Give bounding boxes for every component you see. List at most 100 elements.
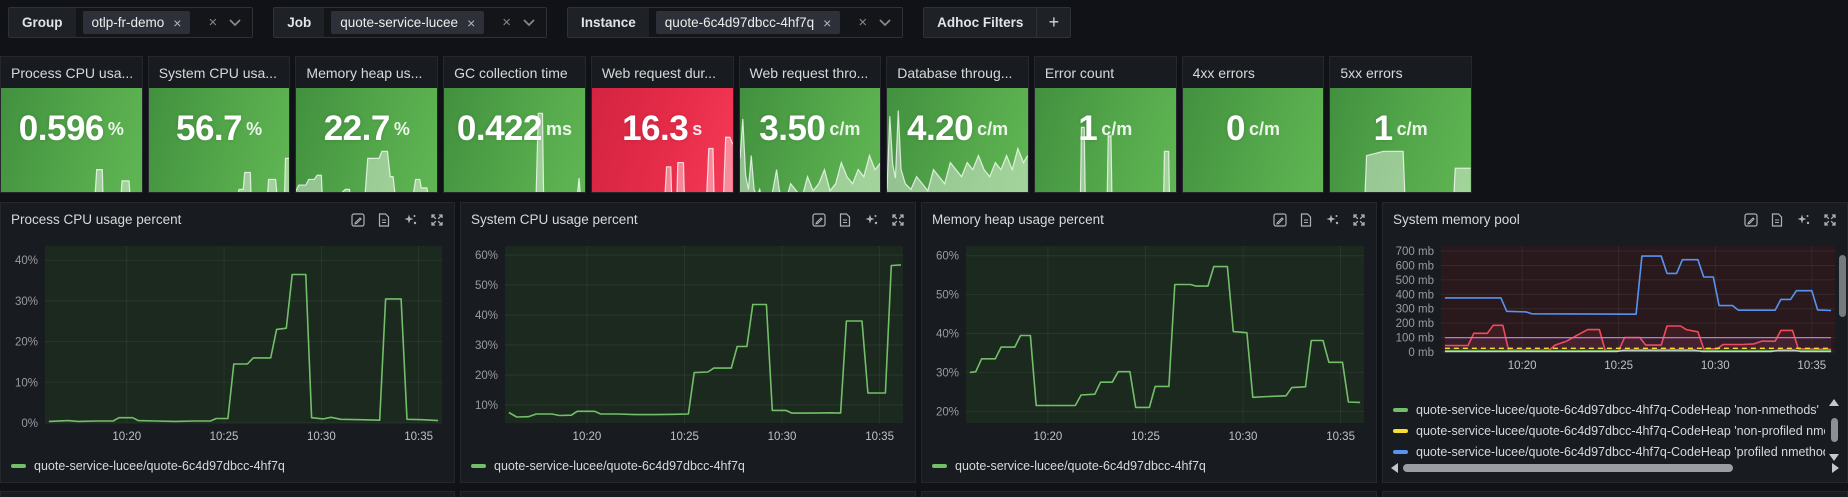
document-icon[interactable] xyxy=(1771,213,1783,227)
selected-value-chip[interactable]: quote-6c4d97dbcc-4hf7q × xyxy=(656,11,841,34)
stat-panel[interactable]: System CPU usa... 56.7 % xyxy=(148,56,291,193)
legend[interactable]: quote-service-lucee/quote-6c4d97dbcc-4hf… xyxy=(471,459,745,473)
svg-text:10%: 10% xyxy=(15,377,38,389)
stat-panel-title: Error count xyxy=(1035,57,1176,88)
scrollbar-thumb[interactable] xyxy=(1831,418,1838,442)
stat-value: 1 xyxy=(1374,109,1393,149)
stat-unit: s xyxy=(692,119,702,140)
variable-value[interactable]: quote-6c4d97dbcc-4hf7q × × xyxy=(649,8,902,37)
document-icon[interactable] xyxy=(378,213,390,227)
svg-text:10:35: 10:35 xyxy=(404,431,433,443)
stat-panel[interactable]: GC collection time 0.422 ms xyxy=(443,56,586,193)
chevron-down-icon[interactable] xyxy=(879,19,891,27)
timeseries-chart[interactable]: 20%30%40%50%60%10:2010:2510:3010:35 xyxy=(924,239,1374,446)
clear-icon[interactable]: × xyxy=(502,15,511,30)
timeseries-chart[interactable]: 10%20%30%40%50%60%10:2010:2510:3010:35 xyxy=(463,239,913,446)
legend[interactable]: quote-service-lucee/quote-6c4d97dbcc-4hf… xyxy=(932,459,1206,473)
legend[interactable]: quote-service-lucee/quote-6c4d97dbcc-4hf… xyxy=(11,459,285,473)
panel-memory-heap: Memory heap usage percent 20%30%40%50%60… xyxy=(921,202,1377,483)
chip-text: otlp-fr-demo xyxy=(92,15,165,30)
stat-panel[interactable]: Process CPU usa... 0.596 % xyxy=(0,56,143,193)
stat-panel[interactable]: Web request thro... 3.50 c/m xyxy=(739,56,882,193)
variable-value[interactable]: otlp-fr-demo × × xyxy=(76,8,253,37)
close-icon[interactable]: × xyxy=(467,16,475,30)
sparkles-icon[interactable] xyxy=(1796,213,1810,227)
scroll-left-icon[interactable] xyxy=(1391,463,1398,473)
stat-panel[interactable]: Web request dur... 16.3 s xyxy=(591,56,734,193)
expand-icon[interactable] xyxy=(1352,213,1366,227)
legend-item[interactable]: quote-service-lucee/quote-6c4d97dbcc-4hf… xyxy=(1393,441,1825,462)
legend-item[interactable]: quote-service-lucee/quote-6c4d97dbcc-4hf… xyxy=(1393,399,1825,420)
panel-partial xyxy=(1382,491,1848,497)
clear-icon[interactable]: × xyxy=(858,15,867,30)
panel-title: System memory pool xyxy=(1393,212,1744,227)
legend-marker xyxy=(11,464,26,468)
variable-value[interactable]: quote-service-lucee × × xyxy=(324,8,546,37)
svg-text:20%: 20% xyxy=(936,406,959,418)
scroll-right-icon[interactable] xyxy=(1832,463,1839,473)
stat-panel[interactable]: 4xx errors 0 c/m xyxy=(1182,56,1325,193)
expand-icon[interactable] xyxy=(1823,213,1837,227)
stat-value: 4.20 xyxy=(907,109,973,149)
variable-label: Job xyxy=(274,8,324,37)
expand-icon[interactable] xyxy=(891,213,905,227)
close-icon[interactable]: × xyxy=(173,16,181,30)
scroll-up-icon[interactable] xyxy=(1829,399,1839,406)
sparkles-icon[interactable] xyxy=(1325,213,1339,227)
timeseries-chart[interactable]: 0%10%20%30%40%10:2010:2510:3010:35 xyxy=(3,239,452,446)
svg-text:10:25: 10:25 xyxy=(1604,360,1633,372)
legend-label: quote-service-lucee/quote-6c4d97dbcc-4hf… xyxy=(34,459,285,473)
variable-picker: Job quote-service-lucee × × xyxy=(273,7,547,38)
edit-icon[interactable] xyxy=(812,213,826,227)
legend-item[interactable]: quote-service-lucee/quote-6c4d97dbcc-4hf… xyxy=(1393,420,1825,441)
page-scrollbar-thumb[interactable] xyxy=(1839,255,1846,317)
panel-partial xyxy=(0,491,455,497)
edit-icon[interactable] xyxy=(1744,213,1758,227)
document-icon[interactable] xyxy=(1300,213,1312,227)
svg-text:50%: 50% xyxy=(475,280,498,292)
graph-row: Process CPU usage percent 0%10%20%30%40%… xyxy=(0,202,1848,483)
legend-label: quote-service-lucee/quote-6c4d97dbcc-4hf… xyxy=(1416,424,1825,438)
panel-header-icons xyxy=(812,213,905,227)
edit-icon[interactable] xyxy=(1273,213,1287,227)
panel-system-memory-pool: System memory pool 0 mb100 mb200 mb300 m… xyxy=(1382,202,1848,483)
expand-icon[interactable] xyxy=(430,213,444,227)
sparkles-icon[interactable] xyxy=(864,213,878,227)
stat-panel[interactable]: Memory heap us... 22.7 % xyxy=(295,56,438,193)
scrollbar-thumb[interactable] xyxy=(1403,464,1733,472)
stat-panel-title: Web request thro... xyxy=(740,57,881,88)
timeseries-chart[interactable]: 0 mb100 mb200 mb300 mb400 mb500 mb600 mb… xyxy=(1385,239,1845,375)
svg-text:400 mb: 400 mb xyxy=(1396,289,1434,301)
selected-value-chip[interactable]: otlp-fr-demo × xyxy=(83,11,191,34)
stat-row: Process CPU usa... 0.596 % System CPU us… xyxy=(0,56,1472,193)
document-icon[interactable] xyxy=(839,213,851,227)
legend-marker xyxy=(1393,450,1408,454)
adhoc-filters-label: Adhoc Filters xyxy=(924,8,1036,37)
panel-header: Process CPU usage percent xyxy=(1,203,454,236)
svg-text:40%: 40% xyxy=(15,255,38,267)
legend-marker xyxy=(1393,429,1408,433)
variable-picker: Group otlp-fr-demo × × xyxy=(8,7,253,38)
stat-value: 0.596 xyxy=(19,109,104,149)
sparkles-icon[interactable] xyxy=(403,213,417,227)
close-icon[interactable]: × xyxy=(823,16,831,30)
clear-icon[interactable]: × xyxy=(208,15,217,30)
edit-icon[interactable] xyxy=(351,213,365,227)
svg-text:100 mb: 100 mb xyxy=(1396,333,1434,345)
chevron-down-icon[interactable] xyxy=(523,19,535,27)
svg-text:200 mb: 200 mb xyxy=(1396,318,1434,330)
stat-unit: c/m xyxy=(1101,119,1132,140)
stat-panel[interactable]: 5xx errors 1 c/m xyxy=(1329,56,1472,193)
panel-title: Memory heap usage percent xyxy=(932,212,1273,227)
stat-panel[interactable]: Error count 1 c/m xyxy=(1034,56,1177,193)
panel-partial xyxy=(921,491,1377,497)
legend-vertical-scrollbar[interactable] xyxy=(1829,399,1839,461)
svg-text:10:25: 10:25 xyxy=(670,431,699,443)
scroll-down-icon[interactable] xyxy=(1829,454,1839,461)
stat-panel-title: Process CPU usa... xyxy=(1,57,142,88)
legend-horizontal-scrollbar[interactable] xyxy=(1391,462,1839,474)
chevron-down-icon[interactable] xyxy=(229,19,241,27)
stat-panel[interactable]: Database throug... 4.20 c/m xyxy=(886,56,1029,193)
add-filter-button[interactable]: + xyxy=(1036,8,1070,37)
selected-value-chip[interactable]: quote-service-lucee × xyxy=(331,11,484,34)
